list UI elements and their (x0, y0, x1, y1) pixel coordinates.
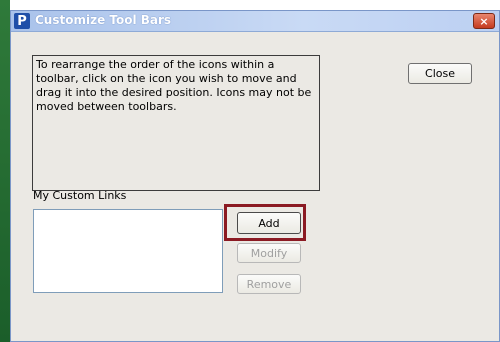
window-close-icon[interactable]: × (473, 13, 495, 29)
instructions-box: To rearrange the order of the icons with… (32, 55, 320, 191)
add-button[interactable]: Add (237, 212, 301, 234)
customize-toolbars-dialog: P Customize Tool Bars × To rearrange the… (10, 10, 500, 342)
title-bar[interactable]: P Customize Tool Bars × (11, 11, 499, 32)
remove-button[interactable]: Remove (237, 274, 301, 294)
window-title: Customize Tool Bars (35, 13, 172, 27)
instructions-text: To rearrange the order of the icons with… (36, 58, 312, 113)
close-button[interactable]: Close (408, 63, 472, 84)
background-strip (0, 0, 10, 342)
dialog-body: To rearrange the order of the icons with… (11, 32, 499, 341)
modify-button[interactable]: Modify (237, 243, 301, 263)
custom-links-list[interactable] (33, 209, 223, 293)
app-logo-icon: P (14, 13, 30, 29)
custom-links-label: My Custom Links (33, 189, 127, 202)
